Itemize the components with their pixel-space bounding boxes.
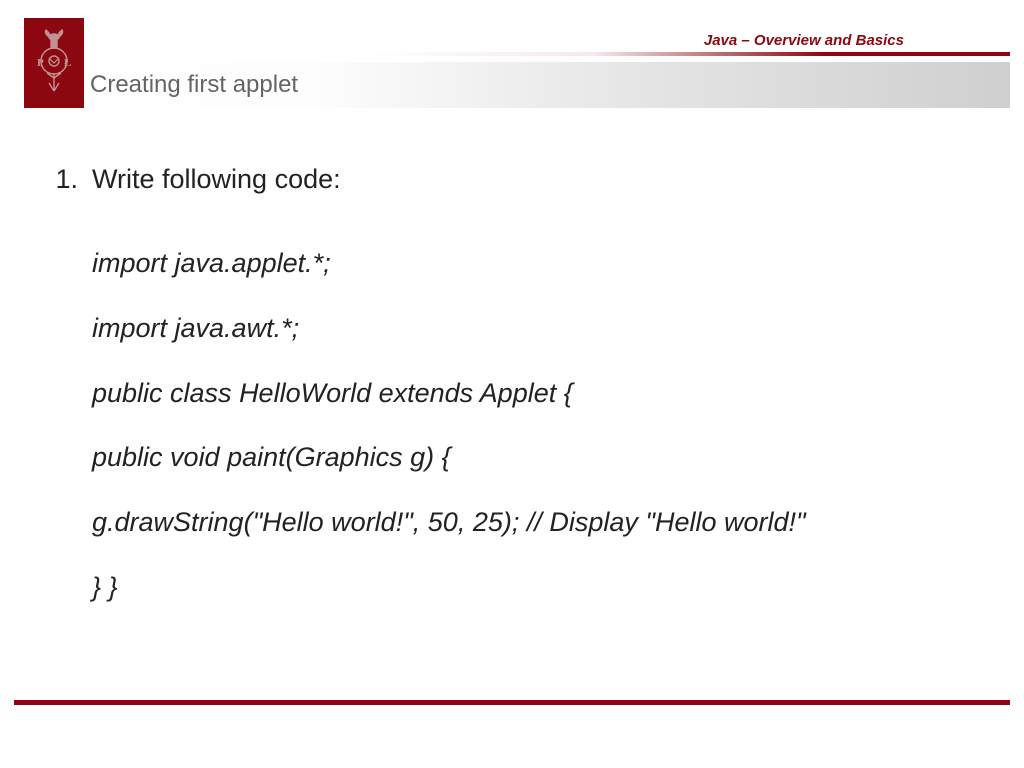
list-number: 1. <box>30 164 92 195</box>
code-line: g.drawString("Hello world!", 50, 25); //… <box>92 490 994 555</box>
course-label: Java – Overview and Basics <box>704 32 904 49</box>
list-item: 1. Write following code: <box>30 164 994 195</box>
header-top-rule <box>84 52 1010 56</box>
list-prompt: Write following code: <box>92 164 341 195</box>
title-bar: Creating first applet <box>84 62 1010 108</box>
code-line: import java.applet.*; <box>92 231 994 296</box>
code-line: public void paint(Graphics g) { <box>92 425 994 490</box>
code-line: } } <box>92 555 994 620</box>
svg-text:Ł: Ł <box>64 57 71 69</box>
svg-text:P: P <box>37 57 44 69</box>
code-line: public class HelloWorld extends Applet { <box>92 361 994 426</box>
slide-title: Creating first applet <box>90 71 298 99</box>
footer-rule <box>14 700 1010 705</box>
university-logo: P Ł <box>24 18 84 108</box>
code-line: import java.awt.*; <box>92 296 994 361</box>
slide-header: Java – Overview and Basics Creating firs… <box>0 0 1024 108</box>
slide-content: 1. Write following code: import java.app… <box>30 164 994 620</box>
logo-emblem-icon: P Ł <box>29 23 79 103</box>
code-block: import java.applet.*; import java.awt.*;… <box>92 231 994 620</box>
